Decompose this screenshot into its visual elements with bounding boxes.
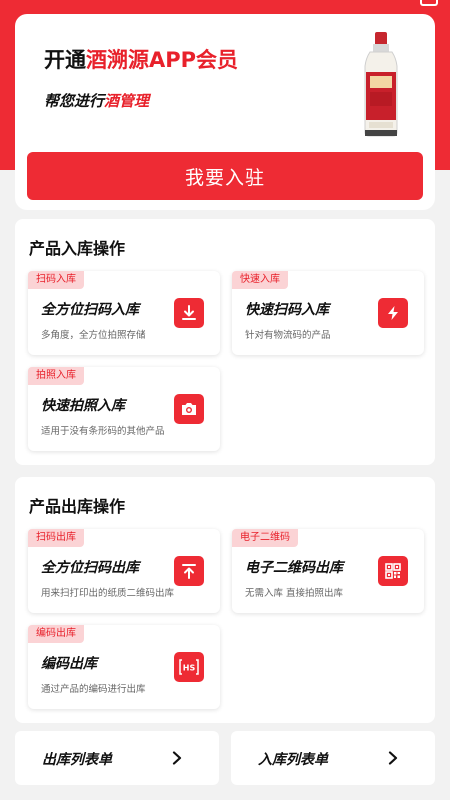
card-title: 全方位扫码入库 <box>41 302 139 318</box>
card-full-scan-inbound[interactable]: 扫码入库 全方位扫码入库 多角度，全方位拍照存储 <box>28 271 220 355</box>
outbound-section-title: 产品出库操作 <box>29 497 126 516</box>
banner-subtitle-prefix: 帮您进行 <box>44 92 105 110</box>
membership-banner: 开通酒溯源APP会员 帮您进行酒管理 我要入驻 <box>15 14 435 210</box>
inbound-list-label: 入库列表单 <box>258 752 328 768</box>
outbound-list-label: 出库列表单 <box>42 752 112 768</box>
card-tag: 编码出库 <box>28 625 84 643</box>
outbound-list-button[interactable]: 出库列表单 <box>15 731 219 785</box>
banner-subtitle: 帮您进行酒管理 <box>44 90 149 111</box>
card-desc: 适用于没有条形码的其他产品 <box>41 426 165 437</box>
hs-code-icon: HS <box>174 652 204 682</box>
card-code-outbound[interactable]: 编码出库 编码出库 通过产品的编码进行出库 HS <box>28 625 220 709</box>
inbound-section: 产品入库操作 扫码入库 全方位扫码入库 多角度，全方位拍照存储 快速入库 快速扫… <box>15 219 435 465</box>
card-photo-inbound[interactable]: 拍照入库 快速拍照入库 适用于没有条形码的其他产品 <box>28 367 220 451</box>
liquor-bottle-image <box>364 32 398 137</box>
card-desc: 通过产品的编码进行出库 <box>41 684 146 695</box>
card-tag: 快速入库 <box>232 271 288 289</box>
upload-icon <box>174 556 204 586</box>
card-e-qrcode-outbound[interactable]: 电子二维码 电子二维码出库 无需入库 直接拍照出库 <box>232 529 424 613</box>
card-tag: 扫码入库 <box>28 271 84 289</box>
card-desc: 针对有物流码的产品 <box>245 330 331 341</box>
scan-corner-icon[interactable] <box>420 0 438 6</box>
lightning-icon <box>378 298 408 328</box>
banner-title-prefix: 开通 <box>44 48 86 72</box>
banner-title-highlight: 酒溯源APP会员 <box>86 48 239 72</box>
download-icon <box>174 298 204 328</box>
chevron-right-icon <box>388 751 398 765</box>
camera-icon <box>174 394 204 424</box>
card-title: 电子二维码出库 <box>245 560 343 576</box>
join-button[interactable]: 我要入驻 <box>27 152 423 200</box>
chevron-right-icon <box>172 751 182 765</box>
outbound-section: 产品出库操作 扫码出库 全方位扫码出库 用来扫打印出的纸质二维码出库 电子二维码… <box>15 477 435 723</box>
banner-title: 开通酒溯源APP会员 <box>44 44 238 74</box>
card-tag: 拍照入库 <box>28 367 84 385</box>
card-title: 全方位扫码出库 <box>41 560 139 576</box>
card-title: 编码出库 <box>41 656 97 672</box>
card-title: 快速拍照入库 <box>41 398 125 414</box>
card-quick-scan-inbound[interactable]: 快速入库 快速扫码入库 针对有物流码的产品 <box>232 271 424 355</box>
card-desc: 用来扫打印出的纸质二维码出库 <box>41 588 175 599</box>
hs-icon-text: HS <box>183 664 196 673</box>
card-title: 快速扫码入库 <box>245 302 329 318</box>
card-full-scan-outbound[interactable]: 扫码出库 全方位扫码出库 用来扫打印出的纸质二维码出库 <box>28 529 220 613</box>
card-desc: 无需入库 直接拍照出库 <box>245 588 344 599</box>
card-desc: 多角度，全方位拍照存储 <box>41 330 146 341</box>
qr-code-icon <box>378 556 408 586</box>
banner-subtitle-highlight: 酒管理 <box>104 92 150 110</box>
card-tag: 电子二维码 <box>232 529 298 547</box>
inbound-list-button[interactable]: 入库列表单 <box>231 731 435 785</box>
card-tag: 扫码出库 <box>28 529 84 547</box>
inbound-section-title: 产品入库操作 <box>29 239 126 258</box>
